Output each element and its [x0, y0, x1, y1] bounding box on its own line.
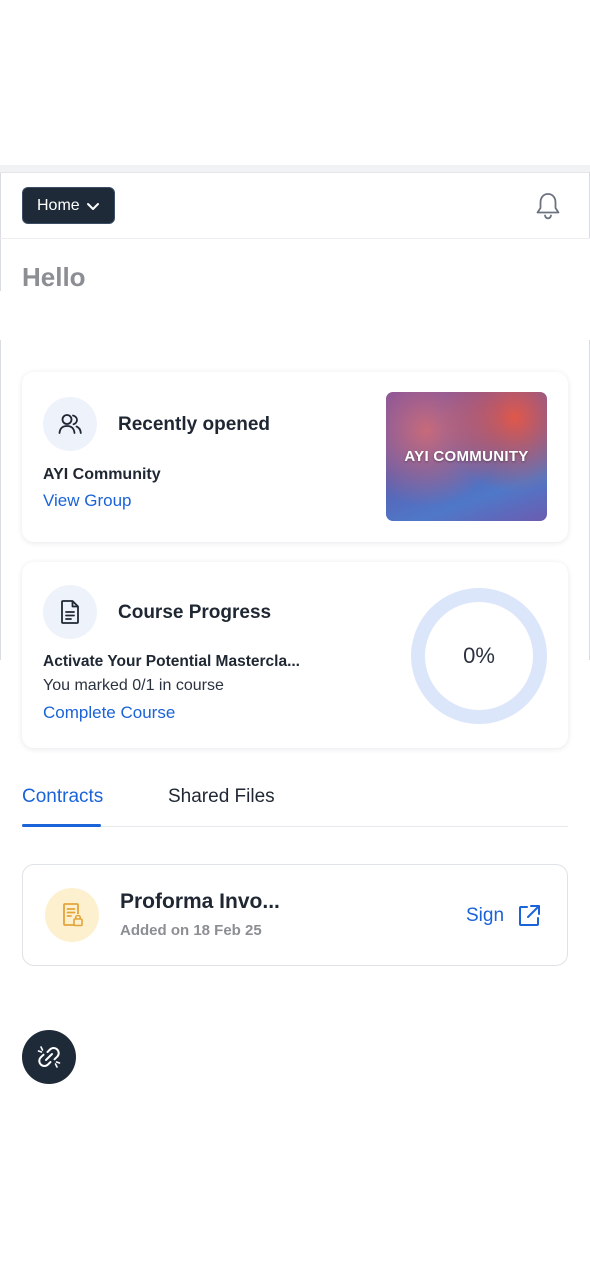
tab-contracts[interactable]: Contracts	[22, 786, 103, 808]
thumbnail-title: AYI COMMUNITY	[404, 448, 529, 465]
course-status: You marked 0/1 in course	[43, 677, 224, 694]
course-name: Activate Your Potential Mastercla...	[43, 653, 300, 670]
contract-title: Proforma Invo...	[120, 890, 280, 913]
view-group-link[interactable]: View Group	[43, 491, 132, 511]
contract-date: Added on 18 Feb 25	[120, 922, 262, 939]
document-icon	[43, 585, 97, 639]
course-progress-card: Course Progress Activate Your Potential …	[22, 562, 568, 748]
home-dropdown-label: Home	[37, 196, 80, 214]
link-broken-icon	[37, 1046, 61, 1068]
active-tab-indicator	[22, 824, 101, 827]
users-icon	[43, 397, 97, 451]
tab-bar: Contracts Shared Files	[22, 780, 568, 827]
recent-item-name: AYI Community	[43, 466, 161, 483]
chevron-down-icon	[86, 202, 99, 210]
tab-shared-files[interactable]: Shared Files	[168, 786, 275, 808]
contract-lock-icon	[45, 888, 99, 942]
bell-icon[interactable]	[534, 191, 562, 221]
home-dropdown-button[interactable]: Home	[22, 187, 115, 224]
link-fab-button[interactable]	[22, 1030, 76, 1084]
greeting: Hello	[22, 262, 86, 292]
course-progress-title: Course Progress	[118, 602, 272, 623]
sign-button[interactable]: Sign	[466, 903, 542, 929]
contract-list-item[interactable]: Proforma Invo... Added on 18 Feb 25 Sign	[22, 864, 568, 966]
external-link-icon	[519, 905, 541, 926]
recently-opened-title: Recently opened	[118, 414, 271, 435]
sign-label: Sign	[466, 905, 505, 926]
top-bar: Home	[0, 173, 590, 239]
top-divider	[0, 165, 590, 173]
progress-percentage: 0%	[463, 643, 495, 668]
frame-edge	[0, 340, 1, 660]
recently-opened-card: Recently opened AYI Community View Group…	[22, 372, 568, 542]
complete-course-link[interactable]: Complete Course	[43, 703, 175, 723]
community-thumbnail[interactable]: AYI COMMUNITY	[386, 392, 547, 521]
